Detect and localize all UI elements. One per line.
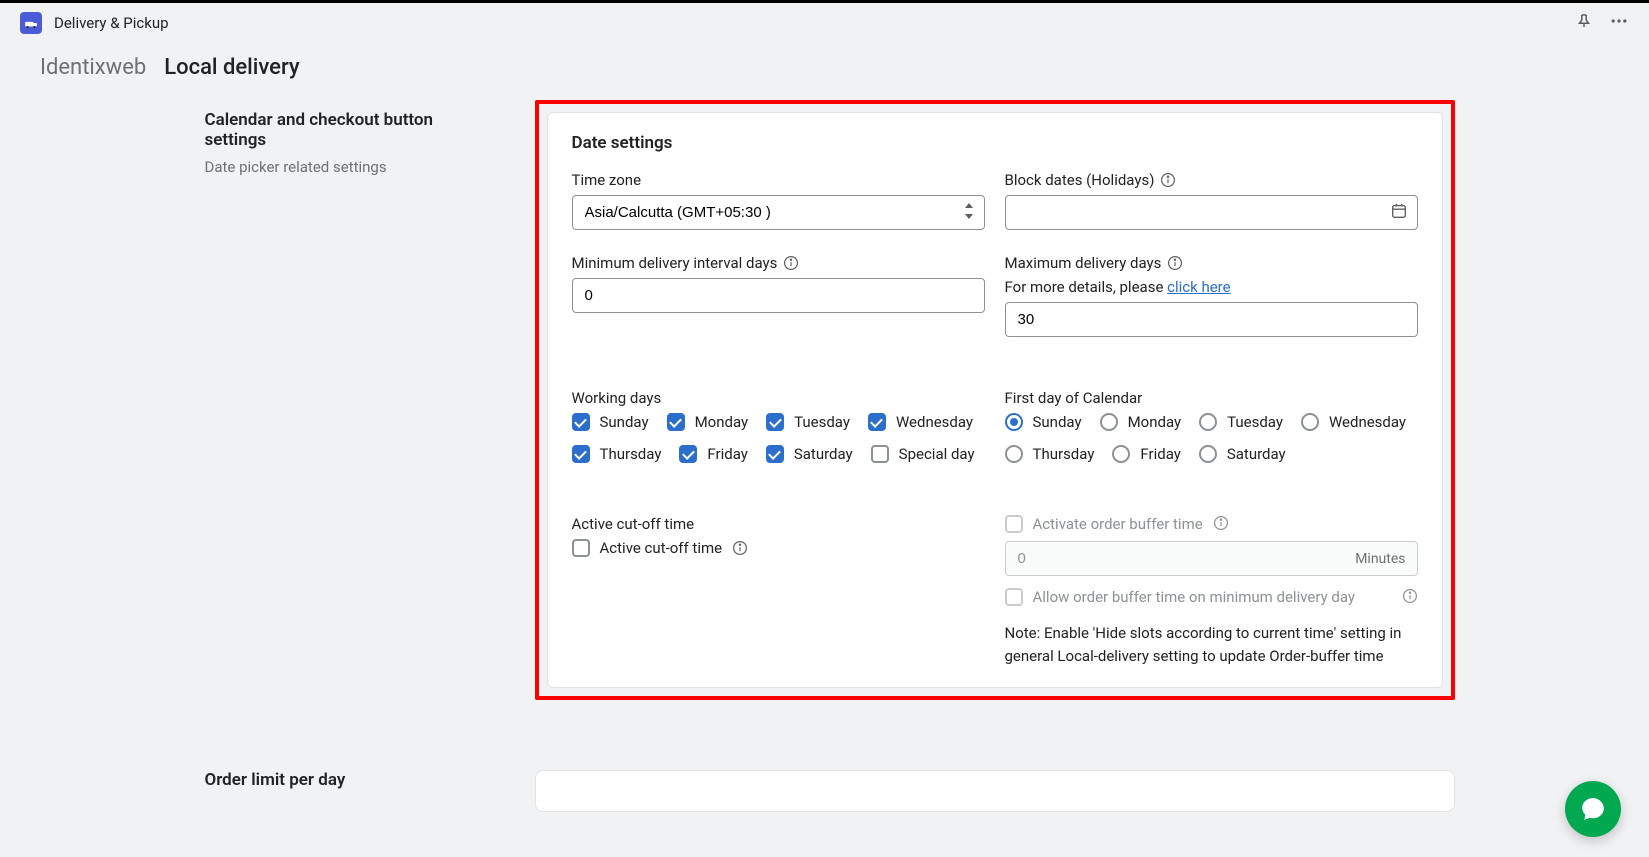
date-settings-highlight: Date settings Time zone Asia/Calcutta (G…: [535, 100, 1455, 700]
timezone-label: Time zone: [572, 171, 985, 189]
first-day-radio[interactable]: [1301, 413, 1319, 431]
working-day-checkbox[interactable]: [679, 445, 697, 463]
block-dates-group: Block dates (Holidays): [1005, 171, 1418, 230]
calendar-icon[interactable]: [1390, 202, 1408, 224]
app-logo-icon: [20, 12, 42, 34]
pin-icon[interactable]: [1575, 12, 1593, 34]
first-day-item: Tuesday: [1199, 413, 1283, 431]
first-day-radio[interactable]: [1005, 445, 1023, 463]
cutoff-group: Active cut-off time Active cut-off time: [572, 515, 985, 667]
buffer-suffix: Minutes: [1355, 551, 1405, 567]
order-limit-title: Order limit per day: [205, 770, 495, 790]
first-day-radio[interactable]: [1112, 445, 1130, 463]
first-day-radio[interactable]: [1100, 413, 1118, 431]
working-day-label: Saturday: [794, 445, 853, 463]
block-dates-input[interactable]: [1005, 195, 1418, 230]
allow-buffer-checkbox[interactable]: [1005, 588, 1023, 606]
activate-buffer-checkbox[interactable]: [1005, 515, 1023, 533]
working-day-item: Friday: [679, 445, 747, 463]
max-days-group: Maximum delivery days For more details, …: [1005, 254, 1418, 337]
order-limit-card: [535, 770, 1455, 812]
buffer-note: Note: Enable 'Hide slots according to cu…: [1005, 622, 1418, 667]
working-day-label: Tuesday: [794, 413, 850, 431]
min-interval-label: Minimum delivery interval days: [572, 254, 778, 272]
date-settings-card: Date settings Time zone Asia/Calcutta (G…: [547, 112, 1443, 688]
first-day-label: Sunday: [1033, 413, 1082, 431]
info-icon[interactable]: [1160, 172, 1176, 188]
timezone-select[interactable]: Asia/Calcutta (GMT+05:30 ): [572, 195, 985, 230]
working-day-checkbox[interactable]: [667, 413, 685, 431]
working-day-item: Saturday: [766, 445, 853, 463]
max-days-help-link[interactable]: click here: [1167, 278, 1230, 296]
info-icon[interactable]: [1402, 588, 1418, 604]
working-day-checkbox[interactable]: [871, 445, 889, 463]
card-title: Date settings: [572, 133, 1418, 153]
working-days-group: Working days Sunday Monday Tuesday Wednesda…: [572, 389, 985, 463]
min-interval-group: Minimum delivery interval days: [572, 254, 985, 337]
first-day-label: Thursday: [1033, 445, 1095, 463]
working-day-item: Wednesday: [868, 413, 973, 431]
working-day-checkbox[interactable]: [766, 413, 784, 431]
working-day-checkbox[interactable]: [572, 445, 590, 463]
working-day-label: Friday: [707, 445, 747, 463]
info-icon[interactable]: [732, 540, 748, 556]
working-day-label: Wednesday: [896, 413, 973, 431]
max-days-input[interactable]: [1005, 302, 1418, 337]
section-desc: Date picker related settings: [205, 158, 495, 176]
breadcrumb-current: Local delivery: [164, 55, 299, 80]
first-day-item: Saturday: [1199, 445, 1286, 463]
max-days-help: For more details, please: [1005, 278, 1168, 296]
first-day-radio[interactable]: [1199, 413, 1217, 431]
working-day-label: Monday: [695, 413, 749, 431]
first-day-label: Friday: [1140, 445, 1180, 463]
timezone-group: Time zone Asia/Calcutta (GMT+05:30 ): [572, 171, 985, 230]
breadcrumb: Identixweb Local delivery: [0, 43, 1649, 100]
buffer-group: Activate order buffer time Minutes: [1005, 515, 1418, 667]
first-day-radio[interactable]: [1199, 445, 1217, 463]
first-day-label: Monday: [1128, 413, 1182, 431]
working-day-item: Thursday: [572, 445, 662, 463]
first-day-label: First day of Calendar: [1005, 389, 1418, 407]
first-day-group: First day of Calendar Sunday Monday Tuesda…: [1005, 389, 1418, 463]
max-days-label: Maximum delivery days: [1005, 254, 1162, 272]
cutoff-checkbox-label: Active cut-off time: [600, 539, 723, 557]
first-day-item: Sunday: [1005, 413, 1082, 431]
working-day-item: Tuesday: [766, 413, 850, 431]
working-day-item: Monday: [667, 413, 749, 431]
working-day-label: Sunday: [600, 413, 649, 431]
first-day-radio[interactable]: [1005, 413, 1023, 431]
info-icon[interactable]: [1167, 255, 1183, 271]
working-day-item: Special day: [871, 445, 975, 463]
cutoff-label: Active cut-off time: [572, 515, 985, 533]
app-title: Delivery & Pickup: [54, 14, 1575, 32]
first-day-label: Saturday: [1227, 445, 1286, 463]
more-icon[interactable]: [1609, 11, 1629, 35]
cutoff-checkbox[interactable]: [572, 539, 590, 557]
working-day-label: Special day: [899, 445, 975, 463]
info-icon[interactable]: [1213, 515, 1229, 531]
info-icon[interactable]: [783, 255, 799, 271]
section-title: Calendar and checkout button settings: [205, 110, 495, 150]
working-day-checkbox[interactable]: [868, 413, 886, 431]
min-interval-input[interactable]: [572, 278, 985, 313]
breadcrumb-parent[interactable]: Identixweb: [40, 55, 146, 80]
allow-buffer-label: Allow order buffer time on minimum deliv…: [1033, 588, 1392, 606]
section-sidebar: Calendar and checkout button settings Da…: [195, 100, 495, 730]
first-day-item: Friday: [1112, 445, 1180, 463]
first-day-label: Tuesday: [1227, 413, 1283, 431]
first-day-item: Monday: [1100, 413, 1182, 431]
first-day-item: Wednesday: [1301, 413, 1406, 431]
working-day-label: Thursday: [600, 445, 662, 463]
app-header: Delivery & Pickup: [0, 3, 1649, 43]
working-day-item: Sunday: [572, 413, 649, 431]
block-dates-label: Block dates (Holidays): [1005, 171, 1155, 189]
working-day-checkbox[interactable]: [766, 445, 784, 463]
activate-buffer-label: Activate order buffer time: [1033, 515, 1203, 533]
working-days-label: Working days: [572, 389, 985, 407]
first-day-label: Wednesday: [1329, 413, 1406, 431]
chat-fab[interactable]: [1565, 781, 1621, 837]
first-day-item: Thursday: [1005, 445, 1095, 463]
working-day-checkbox[interactable]: [572, 413, 590, 431]
